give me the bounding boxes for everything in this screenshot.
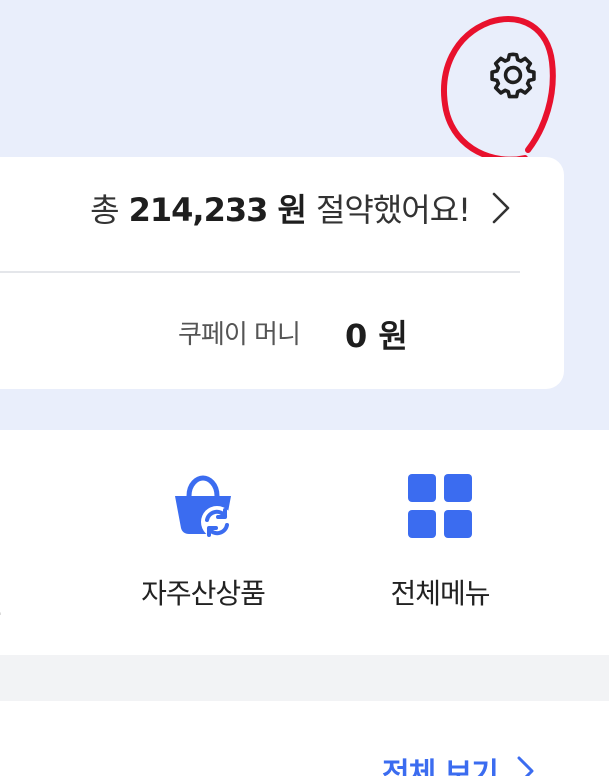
next-section: 전체 보기 [0, 701, 609, 776]
page: 총 214,233 원 절약했어요! 쿠페이 머니 0 원 . [0, 0, 609, 776]
menu-item-frequent-products[interactable]: 자주산상품 [113, 430, 293, 612]
header-area: 총 214,233 원 절약했어요! 쿠페이 머니 0 원 [0, 0, 609, 430]
menu-label: 자주산상품 [141, 577, 266, 610]
chevron-right-icon [516, 755, 536, 776]
savings-amount: 214,233 원 [128, 191, 307, 229]
truncated-item-edge: . [0, 596, 2, 620]
savings-prefix: 총 [90, 191, 119, 229]
quick-menu: . 자주산상품 [0, 430, 609, 655]
view-all-link[interactable]: 전체 보기 [382, 749, 536, 776]
view-all-label: 전체 보기 [382, 757, 499, 776]
savings-card[interactable]: 총 214,233 원 절약했어요! [0, 157, 564, 389]
settings-button[interactable] [484, 46, 542, 104]
money-value: 0 원 [345, 317, 408, 355]
shopping-bag-refresh-icon [167, 470, 239, 542]
chevron-right-icon [490, 191, 512, 225]
money-label: 쿠페이 머니 [178, 320, 301, 350]
menu-label: 전체메뉴 [390, 577, 490, 610]
card-divider [0, 271, 520, 273]
savings-suffix: 절약했어요! [315, 191, 471, 229]
savings-summary[interactable]: 총 214,233 원 절약했어요! [90, 185, 512, 231]
gear-icon [490, 52, 536, 99]
section-separator [0, 655, 609, 701]
menu-item-all-menu[interactable]: 전체메뉴 [350, 430, 530, 612]
grid-icon [404, 470, 476, 542]
